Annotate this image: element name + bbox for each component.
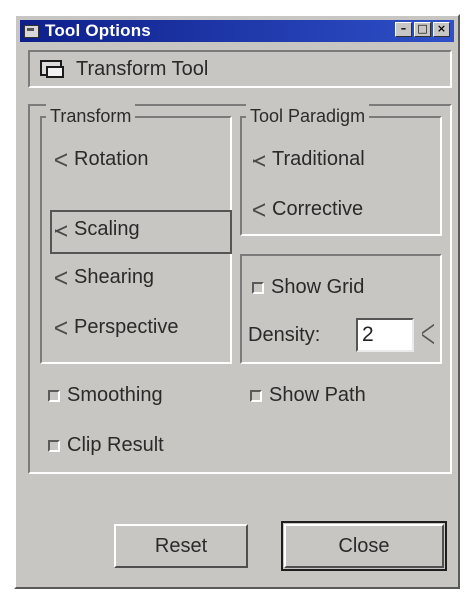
checkbox-box <box>250 389 262 402</box>
radio-rotation[interactable]: Rotation <box>54 148 149 171</box>
dialog-buttons: Reset Close <box>16 516 458 576</box>
smoothing-label: Smoothing <box>67 384 163 406</box>
show-path-checkbox[interactable]: Show Path <box>250 384 366 407</box>
smoothing-checkbox[interactable]: Smoothing <box>48 384 163 407</box>
radio-rotation-label: Rotation <box>74 148 149 170</box>
window-title: Tool Options <box>45 21 151 40</box>
radio-shearing[interactable]: Shearing <box>54 266 154 289</box>
radio-traditional-label: Traditional <box>272 148 365 170</box>
density-input[interactable]: 2 <box>356 318 414 352</box>
tool-paradigm-group: Tool Paradigm Traditional Corrective <box>240 104 442 236</box>
clip-result-checkbox[interactable]: Clip Result <box>48 434 164 457</box>
radio-scaling-label: Scaling <box>74 218 140 240</box>
radio-perspective-label: Perspective <box>74 316 179 338</box>
checkbox-box <box>252 281 264 294</box>
checkbox-box <box>48 389 60 402</box>
window-title-buttons: – □ × <box>395 22 450 37</box>
radio-corrective-label: Corrective <box>272 198 364 220</box>
close-window-button[interactable]: × <box>433 22 450 37</box>
window-titlebar[interactable]: Tool Options – □ × <box>20 20 454 42</box>
density-label: Density: <box>248 324 321 346</box>
radio-selected-icon <box>54 223 68 237</box>
tool-header: Transform Tool <box>28 50 452 88</box>
radio-unselected-icon <box>54 153 68 167</box>
options-panel: Transform Rotation Scaling Shearing Pers… <box>28 104 452 474</box>
radio-selected-icon <box>252 153 266 167</box>
reset-button[interactable]: Reset <box>114 524 248 568</box>
grid-group: Show Grid Density: 2 <box>240 254 442 364</box>
tool-name: Transform Tool <box>76 57 209 80</box>
show-path-label: Show Path <box>269 384 366 406</box>
maximize-button[interactable]: □ <box>414 22 431 37</box>
radio-unselected-icon <box>252 203 266 217</box>
tool-paradigm-group-label: Tool Paradigm <box>246 104 370 128</box>
transform-group: Transform Rotation Scaling Shearing Pers… <box>40 104 232 364</box>
radio-unselected-icon <box>54 321 68 335</box>
transform-tool-icon <box>38 58 66 80</box>
tool-options-window: Tool Options – □ × Transform Tool Transf… <box>14 14 460 589</box>
checkbox-box <box>48 439 60 452</box>
show-grid-checkbox[interactable]: Show Grid <box>252 276 364 299</box>
radio-shearing-label: Shearing <box>74 266 155 288</box>
radio-corrective[interactable]: Corrective <box>252 198 363 221</box>
show-grid-label: Show Grid <box>271 276 365 298</box>
radio-scaling[interactable]: Scaling <box>54 218 140 241</box>
close-button[interactable]: Close <box>281 521 447 571</box>
density-spinner-icon[interactable] <box>420 320 436 350</box>
minimize-button[interactable]: – <box>395 22 412 37</box>
window-menu-icon[interactable] <box>24 24 39 38</box>
transform-group-label: Transform <box>46 104 136 128</box>
radio-traditional[interactable]: Traditional <box>252 148 365 171</box>
clip-result-label: Clip Result <box>67 434 164 456</box>
radio-unselected-icon <box>54 271 68 285</box>
radio-perspective[interactable]: Perspective <box>54 316 179 339</box>
